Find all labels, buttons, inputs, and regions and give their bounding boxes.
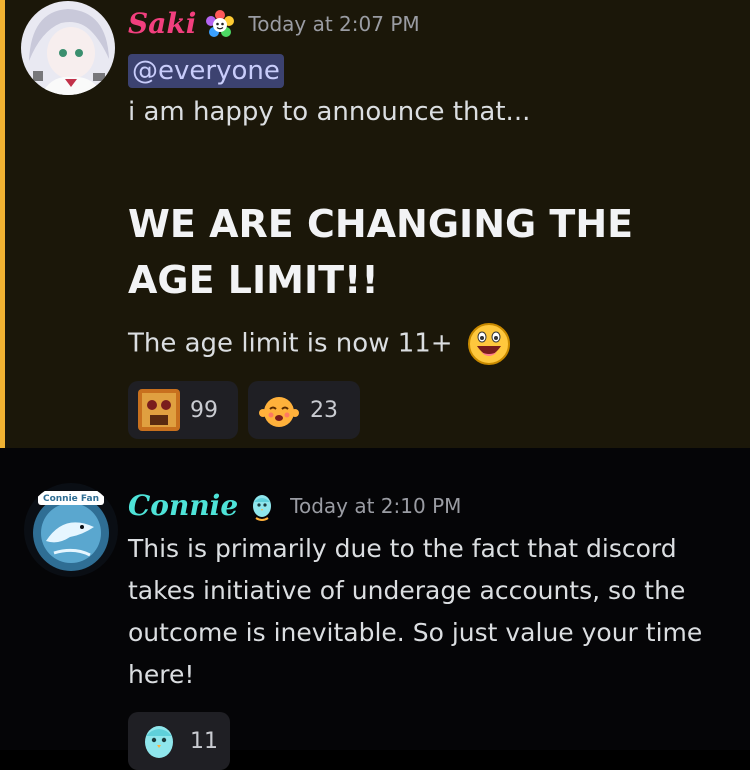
age-limit-text: The age limit is now 11+ [128,328,453,359]
reaction-count: 23 [310,397,338,423]
timestamp: Today at 2:10 PM [290,494,462,518]
username-connie[interactable]: Connie [128,486,238,526]
cyan-bird-emoji-icon [138,720,180,762]
laughing-emoji-icon [467,322,511,366]
message-header-connie: Connie Today at 2:10 PM [128,486,461,526]
username-saki[interactable]: Saki [128,4,196,44]
svg-text:Connie Fan: Connie Fan [43,494,99,504]
message-text: The age limit is now 11+ [128,322,511,366]
message-header-saki: Saki Today at 2:07 PM [128,4,420,44]
message-text: i am happy to announce that... [128,97,531,127]
avatar-connie[interactable]: Connie Fan [24,483,118,577]
message-headline: WE ARE CHANGING THE AGE LIMIT!! [128,202,634,302]
reaction-cyan-bird[interactable]: 11 [128,712,230,770]
blushing-emoji-icon [258,389,300,431]
reaction-count: 99 [190,397,218,423]
cyan-bird-badge-icon [248,492,276,521]
everyone-mention[interactable]: @everyone [128,54,284,88]
crowd-sticker-emoji-icon [138,389,180,431]
flower-badge-icon [206,10,235,38]
message-text: This is primarily due to the fact that d… [128,534,703,689]
reaction-crowd-sticker[interactable]: 99 [128,381,238,439]
avatar-saki[interactable] [21,1,115,95]
timestamp: Today at 2:07 PM [248,12,420,36]
reaction-blushing[interactable]: 23 [248,381,360,439]
